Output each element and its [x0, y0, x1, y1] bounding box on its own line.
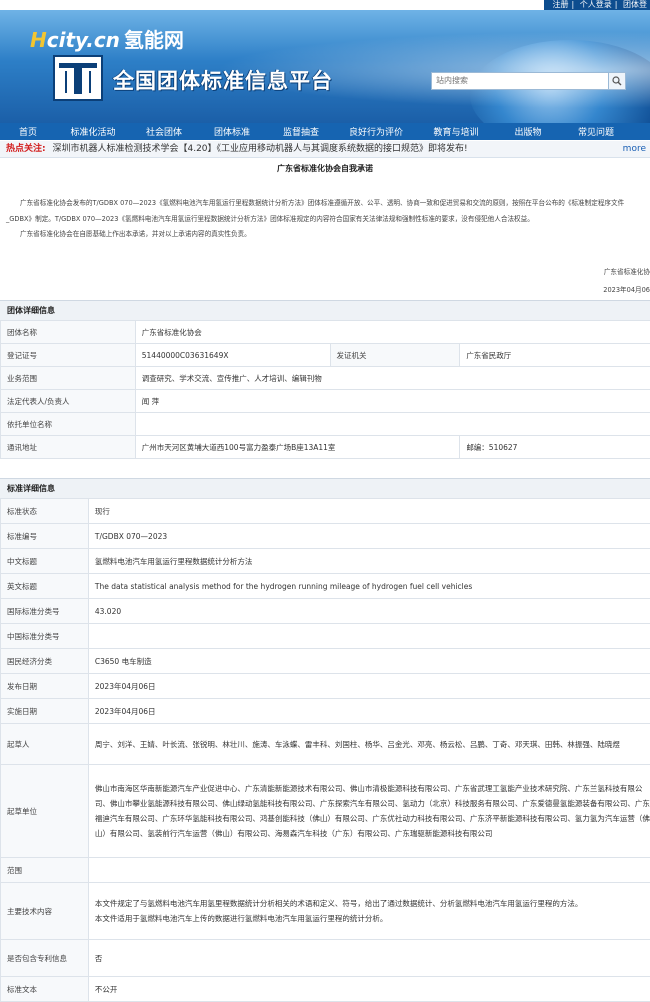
rep-value: 闻 萍	[135, 390, 650, 413]
nav-publications[interactable]: 出版物	[496, 125, 560, 138]
search-box	[431, 72, 626, 90]
std-field-label: 英文标题	[1, 574, 89, 599]
std-field-value: The data statistical analysis method for…	[88, 574, 650, 599]
table-row: 英文标题The data statistical analysis method…	[1, 574, 650, 599]
table-row: 中国标准分类号	[1, 624, 650, 649]
hot-label: 热点关注:	[6, 144, 46, 154]
table-row: 范围	[1, 858, 650, 883]
table-row: 发布日期2023年04月06日	[1, 674, 650, 699]
zip-value: 邮编：510627	[460, 436, 650, 459]
search-icon	[612, 76, 622, 86]
scope-value: 调查研究、学术交流、宣传推广、人才培训、编辑刊物	[135, 367, 650, 390]
std-field-label: 国民经济分类	[1, 649, 89, 674]
addr-label: 通讯地址	[1, 436, 136, 459]
rep-label: 法定代表人/负责人	[1, 390, 136, 413]
std-field-value: 2023年04月06日	[88, 674, 650, 699]
authority-label: 发证机关	[330, 344, 460, 367]
table-row: 标准文本不公开	[1, 977, 650, 1002]
std-field-label: 发布日期	[1, 674, 89, 699]
pledge-paragraph-1: 广东省标准化协会发布的T/GDBX 070—2023《氢燃料电池汽车用氢运行里程…	[6, 196, 650, 227]
std-field-label: 标准编号	[1, 524, 89, 549]
std-field-label: 中文标题	[1, 549, 89, 574]
unit-value	[135, 413, 650, 436]
pledge-paragraph-2: 广东省标准化协会在自愿基础上作出本承诺，并对以上承诺内容的真实性负责。	[6, 227, 650, 243]
authority-value: 广东省民政厅	[460, 344, 650, 367]
std-field-label: 范围	[1, 858, 89, 883]
hot-news-link[interactable]: 深圳市机器人标准检测技术学会【4.20】《工业应用移动机器人与其调度系统数据的接…	[52, 144, 467, 154]
nav-inspection[interactable]: 监督抽查	[266, 125, 336, 138]
std-field-value	[88, 858, 650, 883]
pledge-signer: 广东省标准化协	[604, 266, 650, 276]
std-field-label: 起草单位	[1, 765, 89, 858]
std-field-label: 标准文本	[1, 977, 89, 1002]
hot-news-bar: 热点关注: 深圳市机器人标准检测技术学会【4.20】《工业应用移动机器人与其调度…	[0, 141, 650, 158]
platform-logo-icon	[53, 55, 103, 101]
std-field-value: 周宁、刘洋、王婧、叶长流、张锐明、林壮川、施涛、车泳蝶、雷丰科、刘国柱、杨华、吕…	[88, 724, 650, 765]
nav-standardization[interactable]: 标准化活动	[56, 125, 130, 138]
std-field-label: 国际标准分类号	[1, 599, 89, 624]
table-row: 中文标题氢燃料电池汽车用氢运行里程数据统计分析方法	[1, 549, 650, 574]
std-field-label: 实施日期	[1, 699, 89, 724]
pledge-text: 广东省标准化协会发布的T/GDBX 070—2023《氢燃料电池汽车用氢运行里程…	[6, 196, 650, 243]
platform-title: 全国团体标准信息平台	[113, 65, 333, 95]
nav-evaluation[interactable]: 良好行为评价	[336, 125, 416, 138]
main-nav: 首页 标准化活动 社会团体 团体标准 监督抽查 良好行为评价 教育与培训 出版物…	[0, 123, 650, 140]
std-field-value: C3650 电车制造	[88, 649, 650, 674]
search-button[interactable]	[608, 73, 625, 89]
unit-label: 依托单位名称	[1, 413, 136, 436]
personal-login-link[interactable]: 个人登录	[580, 0, 612, 9]
pledge-title: 广东省标准化协会自我承诺	[0, 163, 650, 174]
table-row: 起草单位佛山市南海区华南新能源汽车产业促进中心、广东清能新能源技术有限公司、佛山…	[1, 765, 650, 858]
std-field-value: 佛山市南海区华南新能源汽车产业促进中心、广东清能新能源技术有限公司、佛山市清极能…	[88, 765, 650, 858]
reg-value: 51440000C03631649X	[135, 344, 330, 367]
table-row: 标准编号T/GDBX 070—2023	[1, 524, 650, 549]
group-name-value: 广东省标准化协会	[135, 321, 650, 344]
std-field-value: 不公开	[88, 977, 650, 1002]
register-link[interactable]: 注册	[553, 0, 569, 9]
std-field-label: 起草人	[1, 724, 89, 765]
std-field-value: 现行	[88, 499, 650, 524]
top-links-bar: 注册| 个人登录| 团体登	[544, 0, 650, 10]
nav-group-standards[interactable]: 团体标准	[198, 125, 266, 138]
nav-home[interactable]: 首页	[0, 125, 56, 138]
std-field-label: 标准状态	[1, 499, 89, 524]
group-info-table: 团体名称 广东省标准化协会 登记证号 51440000C03631649X 发证…	[0, 320, 650, 459]
header-banner: Hcity.cn氢能网 全国团体标准信息平台	[0, 10, 650, 123]
hcity-logo[interactable]: Hcity.cn氢能网	[30, 24, 184, 53]
scope-label: 业务范围	[1, 367, 136, 390]
nav-social-groups[interactable]: 社会团体	[130, 125, 198, 138]
group-login-link[interactable]: 团体登	[623, 0, 647, 9]
standard-info-heading: 标准详细信息	[0, 478, 650, 499]
std-field-value: 43.020	[88, 599, 650, 624]
std-field-value: 本文件规定了与氢燃料电池汽车用氢里程数据统计分析相关的术语和定义、符号，给出了通…	[88, 883, 650, 940]
std-field-label: 主要技术内容	[1, 883, 89, 940]
group-info-heading: 团体详细信息	[0, 300, 650, 321]
table-row: 主要技术内容本文件规定了与氢燃料电池汽车用氢里程数据统计分析相关的术语和定义、符…	[1, 883, 650, 940]
addr-value: 广州市天河区黄埔大道西100号富力盈泰广场B座13A11室	[135, 436, 460, 459]
std-field-value: 氢燃料电池汽车用氢运行里程数据统计分析方法	[88, 549, 650, 574]
table-row: 国际标准分类号43.020	[1, 599, 650, 624]
nav-faq[interactable]: 常见问题	[560, 125, 632, 138]
std-field-value	[88, 624, 650, 649]
group-name-label: 团体名称	[1, 321, 136, 344]
table-row: 实施日期2023年04月06日	[1, 699, 650, 724]
pledge-date: 2023年04月06	[603, 284, 650, 294]
search-input[interactable]	[432, 73, 610, 87]
reg-label: 登记证号	[1, 344, 136, 367]
more-link[interactable]: more	[623, 141, 646, 157]
table-row: 起草人周宁、刘洋、王婧、叶长流、张锐明、林壮川、施涛、车泳蝶、雷丰科、刘国柱、杨…	[1, 724, 650, 765]
table-row: 是否包含专利信息否	[1, 940, 650, 977]
std-field-value: 否	[88, 940, 650, 977]
std-field-value: 2023年04月06日	[88, 699, 650, 724]
standard-info-table: 标准状态现行标准编号T/GDBX 070—2023中文标题氢燃料电池汽车用氢运行…	[0, 498, 650, 1002]
std-field-label: 中国标准分类号	[1, 624, 89, 649]
std-field-label: 是否包含专利信息	[1, 940, 89, 977]
std-field-value: T/GDBX 070—2023	[88, 524, 650, 549]
nav-education[interactable]: 教育与培训	[416, 125, 496, 138]
table-row: 国民经济分类C3650 电车制造	[1, 649, 650, 674]
table-row: 标准状态现行	[1, 499, 650, 524]
